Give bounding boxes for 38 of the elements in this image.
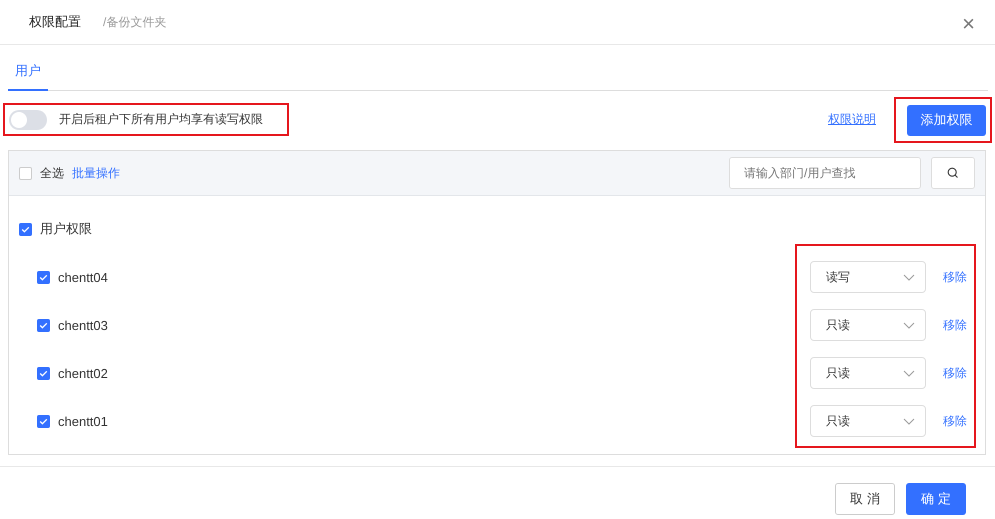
- checkbox[interactable]: [37, 414, 50, 428]
- chevron-down-icon: [903, 370, 915, 376]
- search-icon: [947, 167, 959, 179]
- toggle-label: 开启后租户下所有用户均享有读写权限: [59, 111, 263, 128]
- search-button[interactable]: [931, 157, 975, 189]
- chevron-down-icon: [903, 274, 915, 280]
- remove-link[interactable]: 移除: [943, 412, 967, 430]
- help-link[interactable]: 权限说明: [828, 111, 876, 128]
- group-label: 用户权限: [40, 220, 92, 238]
- chevron-down-icon: [903, 322, 915, 328]
- toggle-switch[interactable]: [9, 110, 47, 130]
- close-button[interactable]: ×: [958, 13, 979, 35]
- folder-path: /备份文件夹: [103, 14, 166, 30]
- checkbox[interactable]: [37, 318, 50, 332]
- checkbox[interactable]: [37, 366, 50, 380]
- user-name: chentt01: [58, 414, 108, 428]
- checkbox[interactable]: [19, 166, 32, 180]
- remove-link[interactable]: 移除: [943, 316, 967, 334]
- dialog-title: 权限配置: [29, 13, 81, 31]
- select-all-label: 全选: [40, 164, 64, 182]
- cancel-button[interactable]: 取 消: [835, 483, 895, 515]
- chevron-down-icon: [903, 418, 915, 424]
- user-name: chentt02: [58, 366, 108, 380]
- search-field[interactable]: 请输入部门/用户查找: [729, 157, 921, 189]
- batch-link[interactable]: 批量操作: [72, 164, 120, 182]
- confirm-button[interactable]: 确 定: [906, 483, 966, 515]
- permission-select[interactable]: 只读: [810, 309, 926, 341]
- add-permission-button[interactable]: 添加权限: [907, 104, 986, 136]
- user-name: chentt03: [58, 318, 108, 332]
- checkbox[interactable]: [37, 270, 50, 284]
- checkbox[interactable]: [19, 222, 32, 236]
- remove-link[interactable]: 移除: [943, 268, 967, 286]
- permission-select[interactable]: 只读: [810, 405, 926, 437]
- user-name: chentt04: [58, 270, 108, 284]
- permission-select[interactable]: 只读: [810, 357, 926, 389]
- permission-select[interactable]: 读写: [810, 261, 926, 293]
- tab[interactable]: 用户: [8, 62, 48, 91]
- remove-link[interactable]: 移除: [943, 364, 967, 382]
